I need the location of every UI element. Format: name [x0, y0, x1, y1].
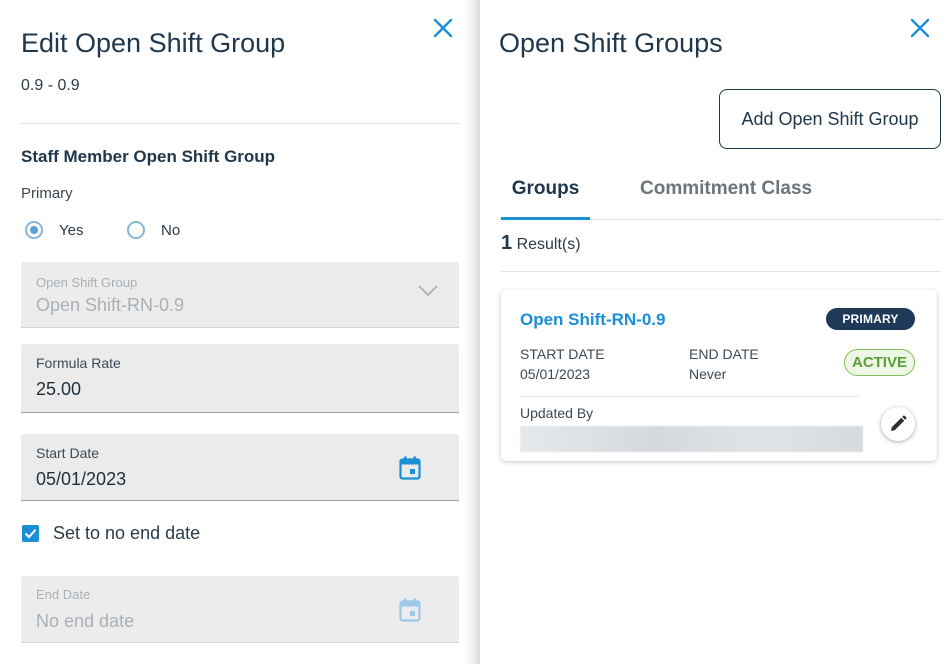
status-badge: ACTIVE — [844, 349, 915, 376]
pencil-icon — [891, 415, 907, 431]
results-label: Result(s) — [516, 236, 581, 253]
close-edit-panel-button[interactable] — [431, 16, 455, 40]
open-shift-group-label: Open Shift Group — [36, 275, 138, 290]
end-date-value: Never — [689, 366, 727, 382]
divider — [520, 396, 859, 397]
open-shift-groups-panel: Open Shift Groups Add Open Shift Group G… — [480, 0, 952, 664]
panel-shadow — [462, 0, 480, 664]
check-icon — [24, 529, 37, 539]
start-date-label: Start Date — [36, 445, 100, 461]
section-title: Staff Member Open Shift Group — [21, 147, 276, 166]
tab-bar: Groups Commitment Class — [501, 178, 941, 220]
page-title: Edit Open Shift Group — [21, 28, 286, 58]
open-shift-group-select: Open Shift Group Open Shift-RN-0.9 — [21, 262, 459, 328]
add-open-shift-group-button[interactable]: Add Open Shift Group — [719, 89, 941, 149]
tab-groups-label: Groups — [511, 178, 580, 199]
end-date-field: End Date No end date — [21, 576, 459, 643]
start-date-field[interactable]: Start Date 05/01/2023 — [21, 434, 459, 501]
checkbox-checked — [22, 525, 39, 542]
calendar-icon — [399, 598, 421, 622]
close-icon — [910, 18, 930, 38]
panel-title: Open Shift Groups — [499, 28, 723, 58]
divider — [21, 123, 459, 124]
start-date-value: 05/01/2023 — [520, 366, 591, 382]
page-subtitle: 0.9 - 0.9 — [21, 77, 80, 94]
start-date-value: 05/01/2023 — [36, 469, 127, 489]
formula-rate-field[interactable]: Formula Rate 25.00 — [21, 344, 459, 413]
edit-button[interactable] — [881, 407, 915, 441]
redacted-updated-by — [520, 426, 863, 452]
radio-no-label: No — [161, 221, 181, 239]
radio-circle — [127, 221, 145, 239]
tab-commitment-label: Commitment Class — [640, 178, 813, 199]
primary-badge: PRIMARY — [826, 308, 915, 330]
open-shift-group-card: Open Shift-RN-0.9 PRIMARY START DATE 05/… — [501, 290, 937, 461]
tab-commitment-class[interactable]: Commitment Class — [640, 178, 812, 219]
primary-no-radio[interactable]: No — [127, 221, 180, 239]
divider — [501, 271, 941, 272]
calendar-icon[interactable] — [399, 456, 421, 480]
formula-rate-value: 25.00 — [36, 379, 82, 399]
primary-yes-radio[interactable]: Yes — [25, 221, 83, 239]
primary-label: Primary — [21, 185, 73, 202]
close-icon — [433, 18, 453, 38]
edit-open-shift-group-panel: Edit Open Shift Group 0.9 - 0.9 Staff Me… — [0, 0, 478, 664]
formula-rate-label: Formula Rate — [36, 355, 121, 371]
no-end-date-checkbox[interactable]: Set to no end date — [22, 523, 200, 544]
chevron-down-icon — [418, 285, 438, 297]
open-shift-group-value: Open Shift-RN-0.9 — [36, 295, 185, 315]
active-tab-indicator — [501, 217, 590, 220]
end-date-placeholder: No end date — [36, 611, 135, 631]
no-end-date-label: Set to no end date — [53, 523, 201, 543]
end-date-label: End Date — [36, 587, 91, 602]
start-date-heading: START DATE — [520, 346, 605, 362]
results-count: 1 Result(s) — [501, 232, 581, 255]
card-title-link[interactable]: Open Shift-RN-0.9 — [520, 310, 665, 330]
results-number: 1 — [501, 232, 513, 254]
radio-yes-label: Yes — [59, 221, 84, 239]
updated-by-heading: Updated By — [520, 405, 594, 421]
radio-circle-selected — [25, 221, 43, 239]
end-date-heading: END DATE — [689, 346, 759, 362]
close-groups-panel-button[interactable] — [908, 16, 932, 40]
tab-groups[interactable]: Groups — [501, 178, 590, 220]
